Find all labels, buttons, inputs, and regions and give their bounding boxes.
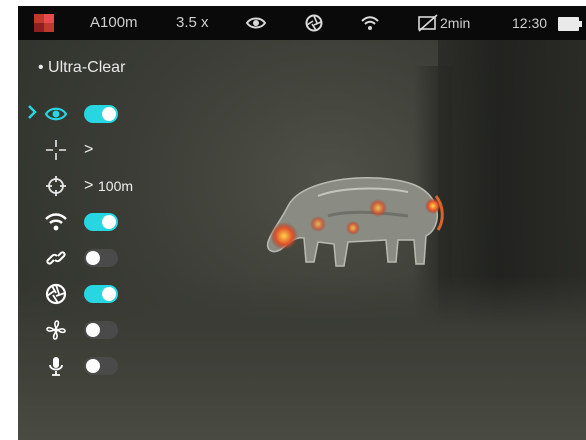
eye-icon [245, 14, 267, 32]
link-icon [46, 251, 66, 265]
display-off-icon [418, 14, 438, 32]
fan-icon [46, 320, 66, 340]
rangefinder-icon [46, 176, 66, 196]
rangefinder-distance: 100m [98, 178, 134, 194]
microphone-toggle[interactable] [84, 357, 118, 375]
status-bar: A100m 3.5 x 2min 12:30 [18, 6, 586, 40]
display-timer: 2min [440, 15, 471, 31]
reticle-icon [46, 140, 66, 160]
image-mode-label: • Ultra-Clear [38, 59, 126, 76]
toggle-knob [86, 251, 100, 265]
fan-toggle[interactable] [84, 321, 118, 339]
link-toggle[interactable] [84, 249, 118, 267]
toggle-knob [102, 107, 116, 121]
battery-icon [558, 16, 582, 31]
menu-row-reticle[interactable]: > [18, 132, 178, 168]
menu-row-microphone[interactable] [18, 348, 178, 384]
mode-indicator: A100m [90, 14, 138, 31]
toggle-knob [86, 359, 100, 373]
menu-row-image-mode[interactable] [18, 96, 178, 132]
toggle-knob [102, 287, 116, 301]
eye-icon [44, 107, 68, 121]
clock: 12:30 [512, 15, 548, 31]
wifi-icon [360, 14, 380, 32]
image-mode-toggle[interactable] [84, 105, 118, 123]
menu-row-fan[interactable] [18, 312, 178, 348]
shutter-toggle[interactable] [84, 285, 118, 303]
zoom-indicator: 3.5 x [176, 14, 209, 31]
shutter-icon [304, 14, 324, 32]
chevron-right-icon: > [84, 141, 94, 158]
menu-row-rangefinder[interactable]: > 100m [18, 168, 178, 204]
selection-arrow-icon [28, 105, 37, 119]
menu-row-shutter[interactable] [18, 276, 178, 312]
wifi-toggle[interactable] [84, 213, 118, 231]
menu-row-link[interactable] [18, 240, 178, 276]
menu-row-wifi[interactable] [18, 204, 178, 240]
palette-icon[interactable] [34, 14, 54, 32]
thermal-animal-boar [266, 177, 444, 267]
chevron-right-icon: > [84, 177, 94, 194]
thermal-viewfinder: A100m 3.5 x 2min 12:30 • Ultra-Clear > >… [18, 6, 586, 440]
toggle-knob [102, 215, 116, 229]
toggle-knob [86, 323, 100, 337]
wifi-icon [45, 213, 67, 231]
shutter-icon [45, 283, 67, 305]
microphone-icon [49, 357, 63, 376]
